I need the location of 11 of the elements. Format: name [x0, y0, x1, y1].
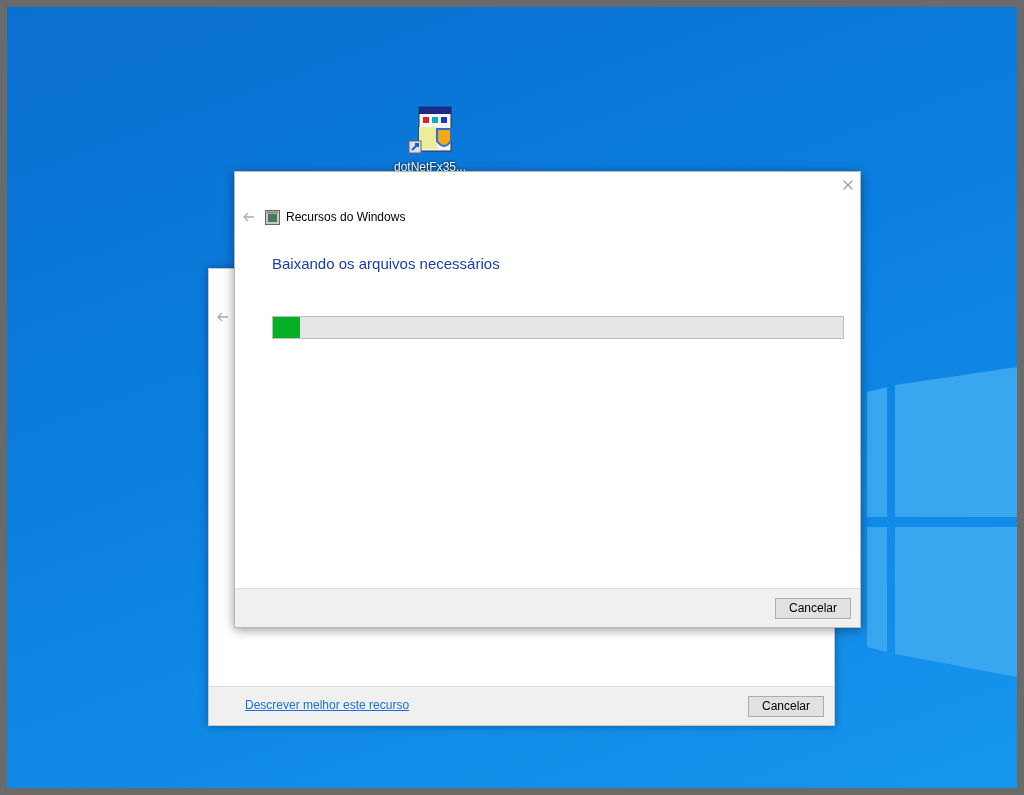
- describe-link[interactable]: Descrever melhor este recurso: [245, 698, 410, 712]
- close-icon[interactable]: [843, 180, 853, 190]
- cancel-button[interactable]: Cancelar: [748, 695, 824, 717]
- back-arrow-icon[interactable]: [243, 212, 255, 222]
- features-icon: [265, 209, 280, 225]
- icon-label: dotNetFx35...: [393, 159, 466, 176]
- window-title: Recursos do Windows: [286, 209, 406, 226]
- cancel-button[interactable]: Cancelar: [775, 597, 851, 619]
- back-arrow-icon[interactable]: [217, 312, 229, 322]
- dialog-heading: Baixando os arquivos necessários: [272, 254, 500, 274]
- installer-icon[interactable]: [405, 105, 455, 155]
